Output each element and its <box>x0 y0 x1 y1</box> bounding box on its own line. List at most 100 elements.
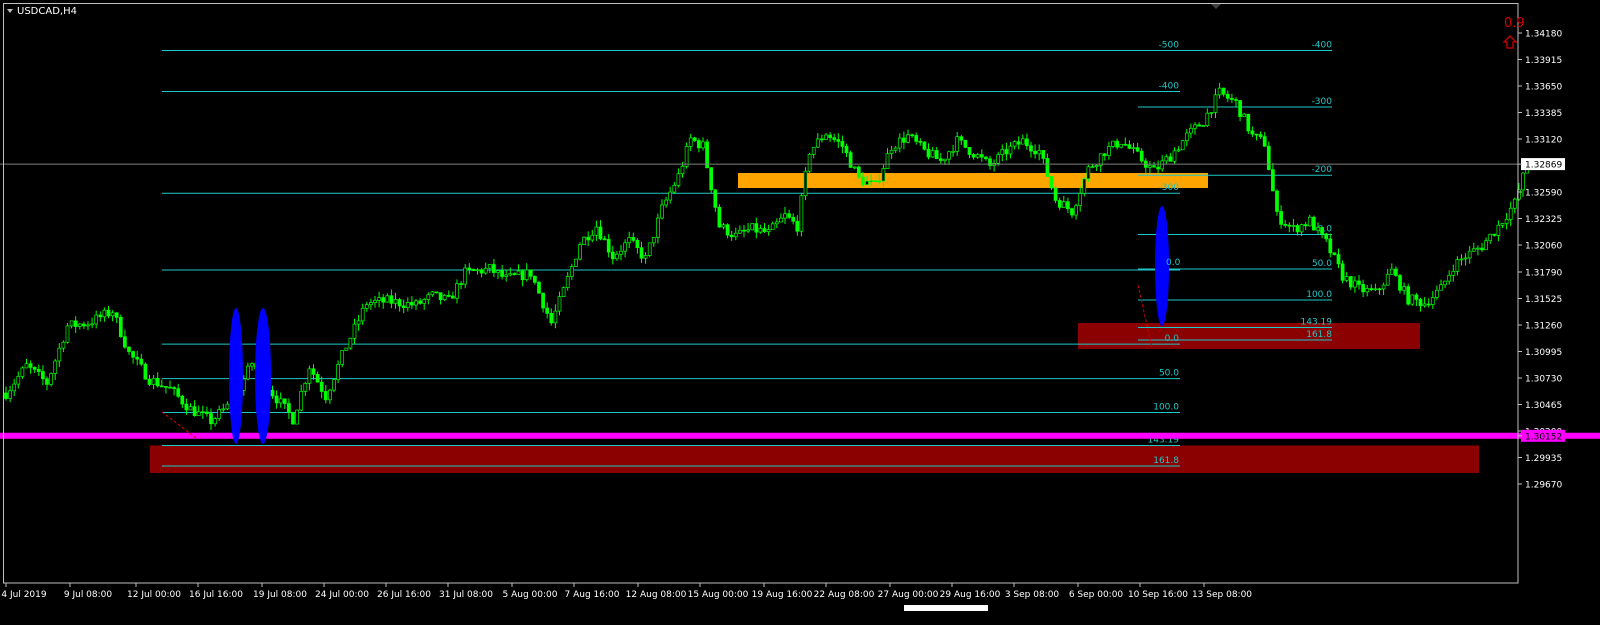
candle-body <box>1004 149 1009 155</box>
candle-body <box>311 368 316 375</box>
candle-body <box>389 295 394 304</box>
candle-body <box>414 300 418 306</box>
candle-body <box>209 413 213 425</box>
candle-body <box>787 213 791 218</box>
candle-body <box>1148 165 1152 168</box>
candle-body <box>1258 134 1263 137</box>
candle-body <box>1094 165 1099 167</box>
candle-body <box>865 180 869 186</box>
candle-body <box>1324 233 1329 240</box>
candle-body <box>397 299 402 307</box>
candle-body <box>619 250 623 255</box>
candle-body <box>250 363 254 367</box>
candle-body <box>1012 141 1017 147</box>
candle-body <box>1467 250 1472 259</box>
candle-body <box>1332 252 1337 255</box>
candle-body <box>451 295 455 299</box>
candle-body <box>1340 263 1345 281</box>
candle-body <box>1082 178 1087 194</box>
y-tick-label: 1.30152 <box>1525 432 1562 442</box>
candle-body <box>656 217 660 238</box>
candle-body <box>118 316 123 337</box>
candle-body <box>885 153 890 169</box>
candle-body <box>459 283 463 285</box>
candle-body <box>45 378 49 385</box>
candle-body <box>1312 216 1316 231</box>
candle-body <box>1164 156 1169 162</box>
lower-target-zone[interactable] <box>150 445 1479 474</box>
candle-body <box>287 403 291 414</box>
resistance-zone[interactable] <box>738 173 1208 188</box>
y-tick-label: 1.33650 <box>1525 83 1562 93</box>
candle-body <box>783 213 787 219</box>
candle-body <box>975 154 980 158</box>
chart-window[interactable]: -400 -300 0.0 50.0 100.0 143.19 161.8 -400 -300 -… <box>0 0 1600 621</box>
candle-body <box>541 292 545 309</box>
candle-body <box>139 358 144 365</box>
candle-body <box>356 320 361 325</box>
candle-body <box>1389 268 1394 275</box>
highlight-ellipse[interactable] <box>255 308 271 444</box>
candle-body <box>877 180 882 183</box>
x-tick-label: 12 Aug 08:00 <box>626 590 687 600</box>
candle-body <box>1193 124 1197 129</box>
candle-body <box>1061 201 1066 208</box>
candle-body <box>12 383 17 392</box>
candle-body <box>1066 201 1070 209</box>
candle-body <box>1053 187 1058 201</box>
price-chart[interactable]: -400 -300 0.0 50.0 100.0 143.19 161.8 -400 -300 -… <box>0 0 1600 621</box>
candle-body <box>1020 138 1025 145</box>
candle-body <box>1303 224 1308 227</box>
candle-body <box>1266 145 1271 170</box>
chart-title: USDCAD,H4 <box>17 6 77 17</box>
candle-body <box>721 224 726 228</box>
candle-body <box>873 180 878 183</box>
horizontal-scrollbar[interactable] <box>904 605 988 611</box>
candle-body <box>1160 160 1165 170</box>
candle-body <box>471 268 476 271</box>
candle-body <box>1225 93 1230 99</box>
candle-body <box>1394 268 1398 276</box>
y-tick-label: 1.34180 <box>1525 30 1562 40</box>
candle-body <box>889 149 894 155</box>
candle-body <box>914 135 919 142</box>
candle-body <box>906 134 910 143</box>
candle-body <box>967 147 972 155</box>
upper-target-zone[interactable] <box>1078 323 1420 349</box>
candle-body <box>1492 233 1497 236</box>
candle-body <box>561 287 566 297</box>
candle-body <box>1291 225 1296 227</box>
candle-body <box>1439 284 1443 291</box>
candle-body <box>278 398 283 404</box>
candle-body <box>114 312 119 318</box>
candle-body <box>852 166 857 169</box>
highlight-ellipse[interactable] <box>229 308 243 444</box>
candle-body <box>1307 216 1312 227</box>
chart-title-group[interactable]: USDCAD,H4 <box>7 6 77 17</box>
candle-body <box>360 307 365 322</box>
candle-body <box>713 189 718 208</box>
candle-body <box>701 141 705 149</box>
y-tick-label: 1.32325 <box>1525 215 1562 225</box>
candle-body <box>1057 200 1062 208</box>
candle-body <box>24 363 29 369</box>
candle-body <box>373 300 377 304</box>
candle-body <box>86 324 90 327</box>
fib-label-lower: -300 <box>1159 183 1180 193</box>
candle-body <box>861 176 865 186</box>
candle-body <box>303 382 308 392</box>
candle-body <box>676 173 681 186</box>
candle-body <box>69 320 74 327</box>
candle-body <box>537 281 541 294</box>
candle-body <box>291 412 295 425</box>
candle-body <box>1398 275 1402 291</box>
candle-body <box>1488 233 1493 242</box>
candle-body <box>918 140 923 143</box>
candle-body <box>508 273 513 276</box>
candle-body <box>401 305 406 308</box>
candle-body <box>959 136 964 141</box>
candle-body <box>73 320 78 327</box>
candle-body <box>1197 124 1201 127</box>
candle-body <box>848 152 853 168</box>
candle-body <box>487 264 492 269</box>
